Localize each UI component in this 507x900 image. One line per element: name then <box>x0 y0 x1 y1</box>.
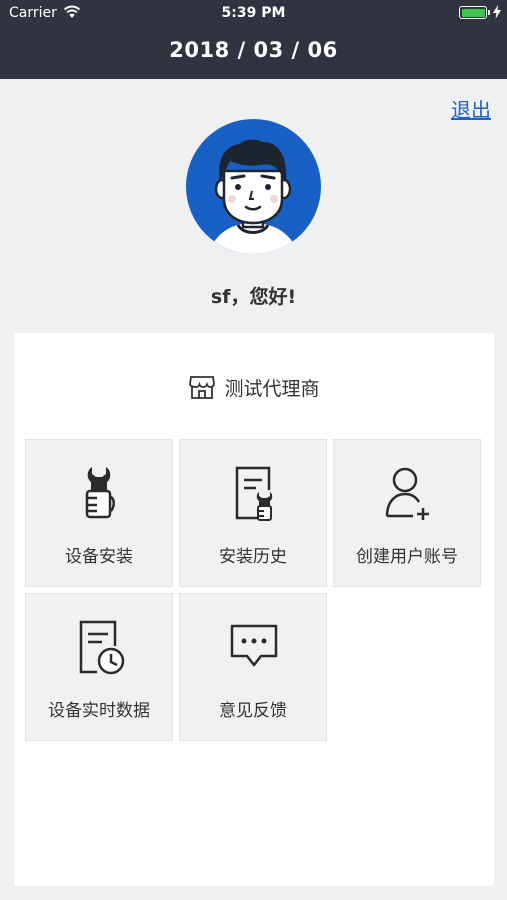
user-avatar-icon <box>208 139 299 254</box>
battery-tip <box>488 10 490 15</box>
tile-label: 意见反馈 <box>219 701 287 721</box>
company-header: 测试代理商 <box>14 373 494 401</box>
tile-feedback[interactable]: 意见反馈 <box>179 593 327 741</box>
avatar <box>186 119 321 254</box>
tile-label: 创建用户账号 <box>356 547 458 567</box>
top-header: Carrier 5:39 PM 2018 / 03 / 06 <box>0 0 507 79</box>
function-card: 测试代理商 设备安装 安装历史 创建用户账号 设备实时数据 意见反馈 <box>14 333 494 886</box>
logout-link[interactable]: 退出 <box>451 94 491 123</box>
tile-device-install[interactable]: 设备安装 <box>25 439 173 587</box>
install-wrench-icon <box>85 467 115 519</box>
tile-label: 安装历史 <box>219 547 287 567</box>
tile-label: 设备实时数据 <box>48 701 150 721</box>
charging-bolt-icon <box>493 5 501 19</box>
tile-device-realtime-data[interactable]: 设备实时数据 <box>25 593 173 741</box>
status-time: 5:39 PM <box>221 5 286 21</box>
header-date: 2018 / 03 / 06 <box>169 38 338 62</box>
tile-create-user-account[interactable]: 创建用户账号 <box>333 439 481 587</box>
storefront-icon <box>189 376 216 399</box>
greeting-text: sf，您好! <box>210 286 297 308</box>
feedback-chat-icon <box>230 624 278 667</box>
add-user-icon <box>385 467 429 520</box>
history-document-icon <box>235 466 273 521</box>
status-bar: Carrier 5:39 PM <box>0 0 507 28</box>
tile-label: 设备安装 <box>65 547 133 567</box>
battery-icon <box>459 6 487 19</box>
company-name: 测试代理商 <box>224 377 320 400</box>
tile-install-history[interactable]: 安装历史 <box>179 439 327 587</box>
realtime-clock-document-icon <box>79 620 125 675</box>
